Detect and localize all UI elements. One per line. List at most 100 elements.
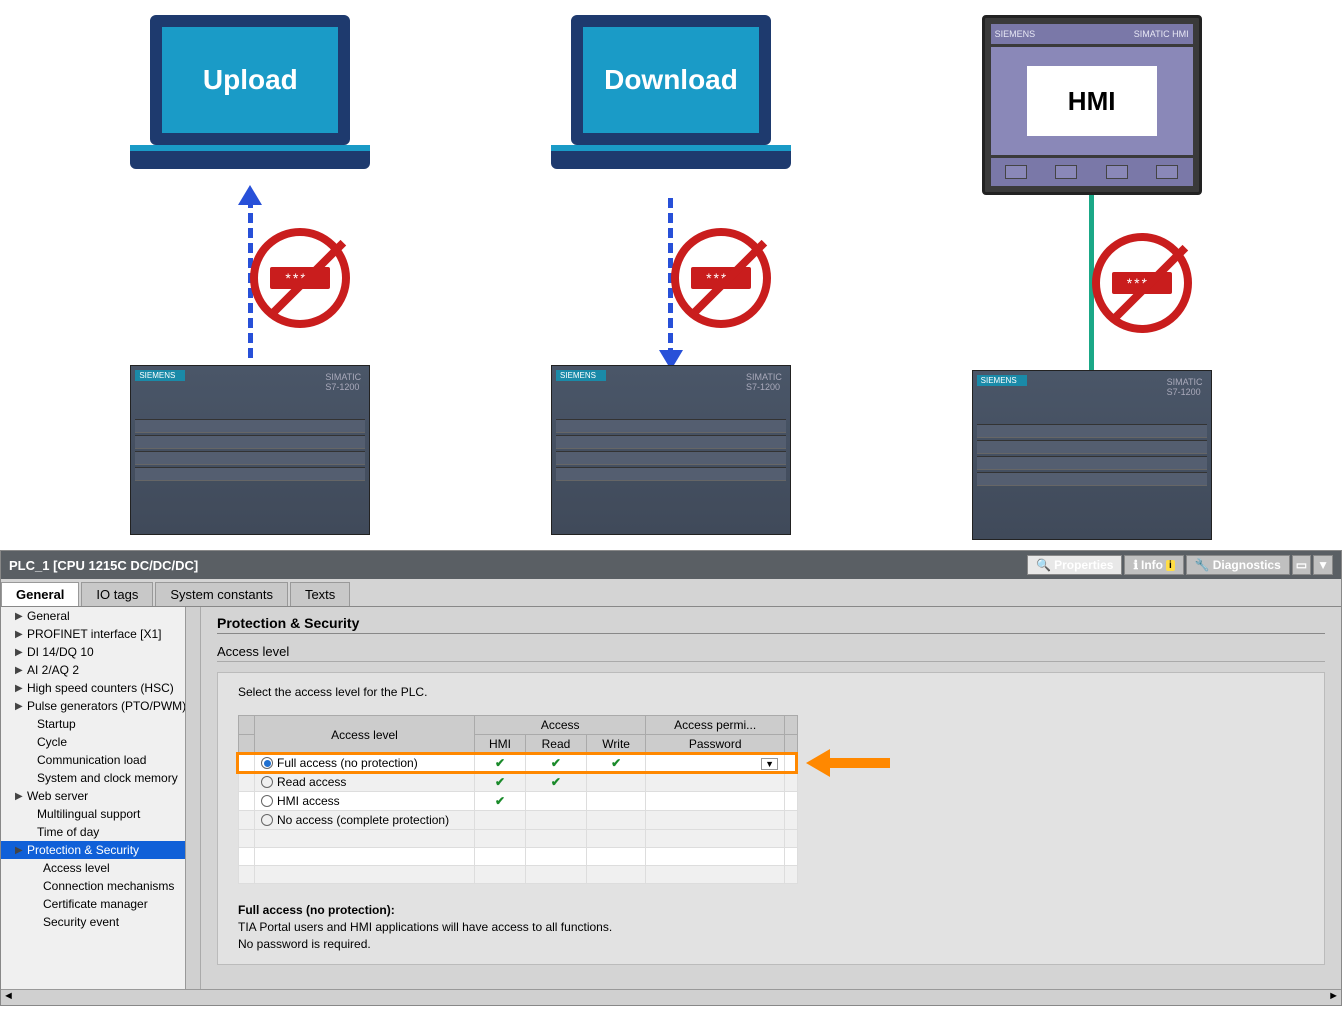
laptop-download: Download — [551, 15, 791, 190]
sidebar-item[interactable]: Multilingual support — [1, 805, 200, 823]
sidebar-item[interactable]: Time of day — [1, 823, 200, 841]
radio-button[interactable] — [261, 757, 273, 769]
search-icon: 🔍 — [1036, 558, 1051, 572]
sidebar-item-label: General — [27, 609, 70, 623]
plc-model-label: SIMATIC S7-1200 — [325, 372, 361, 392]
expand-icon: ▶ — [15, 611, 23, 622]
sidebar-item-label: Protection & Security — [27, 843, 139, 857]
laptop-upload: Upload — [130, 15, 370, 190]
check-icon: ✔ — [475, 754, 526, 773]
laptop-base — [130, 151, 370, 169]
radio-button[interactable] — [261, 776, 273, 788]
sidebar-item[interactable]: ▶ AI 2/AQ 2 — [1, 661, 200, 679]
password-mask: **** — [270, 267, 330, 289]
sidebar-item[interactable]: ▶Protection & Security — [1, 841, 200, 859]
sidebar-item[interactable]: Cycle — [1, 733, 200, 751]
th-permission: Access permi... — [646, 716, 785, 735]
footer-line2: No password is required. — [238, 937, 371, 951]
sidebar-item-label: Time of day — [37, 825, 99, 839]
window-top-tabs: 🔍 Properties ℹ Info i 🔧 Diagnostics ▭ ▼ — [1027, 555, 1333, 575]
th-write: Write — [586, 735, 645, 754]
sidebar-item[interactable]: Certificate manager — [1, 895, 200, 913]
plc-brand-label: SIEMENS — [556, 370, 606, 381]
tab-info[interactable]: ℹ Info i — [1124, 555, 1183, 575]
tab-io-tags[interactable]: IO tags — [81, 582, 153, 606]
info-icon: ℹ — [1133, 558, 1138, 572]
tab-properties[interactable]: 🔍 Properties — [1027, 555, 1122, 575]
sidebar-item[interactable]: Connection mechanisms — [1, 877, 200, 895]
no-password-badge: **** — [1092, 233, 1192, 333]
sidebar-item[interactable]: System and clock memory — [1, 769, 200, 787]
sidebar-item[interactable]: Access level — [1, 859, 200, 877]
sidebar-item-label: AI 2/AQ 2 — [27, 663, 79, 677]
connector-download: **** — [641, 190, 701, 365]
sidebar-nav[interactable]: ▶ General ▶ PROFINET interface [X1] ▶DI 14/D… — [1, 607, 201, 989]
access-level-label: HMI access — [277, 794, 340, 808]
access-table-row[interactable]: No access (complete protection) — [239, 811, 798, 830]
sidebar-item[interactable]: ▶Pulse generators (PTO/PWM) — [1, 697, 200, 715]
sidebar-item-label: Communication load — [37, 753, 146, 767]
access-table-row[interactable]: HMI access✔ — [239, 792, 798, 811]
expand-icon: ▶ — [15, 665, 23, 676]
radio-button[interactable] — [261, 814, 273, 826]
tab-texts[interactable]: Texts — [290, 582, 350, 606]
diagram-col-download: Download **** SIEMENS SIMATIC S7-1200 — [531, 15, 811, 540]
access-table-row[interactable]: Read access✔✔ — [239, 773, 798, 792]
expand-icon: ▶ — [15, 791, 23, 802]
prohibit-icon: **** — [1092, 233, 1192, 333]
sidebar-item[interactable]: Communication load — [1, 751, 200, 769]
th-access-level: Access level — [255, 716, 475, 754]
prohibit-icon: **** — [250, 228, 350, 328]
sidebar-item-label: Security event — [43, 915, 119, 929]
th-hmi: HMI — [475, 735, 526, 754]
sidebar-item[interactable]: ▶DI 14/DQ 10 — [1, 643, 200, 661]
sidebar-item-label: Web server — [27, 789, 88, 803]
expand-icon: ▶ — [15, 629, 23, 640]
section-heading: Protection & Security — [217, 615, 1325, 634]
window-collapse-button[interactable]: ▭ — [1292, 555, 1311, 575]
prohibit-icon: **** — [671, 228, 771, 328]
bottom-scrollbar[interactable]: ◄ ► — [1, 989, 1341, 1005]
laptop-base — [551, 151, 791, 169]
sidebar-item[interactable]: ▶High speed counters (HSC) — [1, 679, 200, 697]
plc-device: SIEMENS SIMATIC S7-1200 — [972, 370, 1212, 540]
sidebar-item-label: PROFINET interface [X1] — [27, 627, 162, 641]
access-table-row[interactable]: Full access (no protection)✔✔✔▼ — [239, 754, 798, 773]
diagram-col-upload: Upload **** SIEMENS SIMATIC S7-1200 — [110, 15, 390, 540]
tab-system-constants[interactable]: System constants — [155, 582, 288, 606]
expand-icon: ▶ — [15, 701, 23, 712]
sidebar-item[interactable]: ▶ Web server — [1, 787, 200, 805]
window-minimize-button[interactable]: ▼ — [1313, 555, 1333, 575]
plc-model-label: SIMATIC S7-1200 — [1167, 377, 1203, 397]
sidebar-item-label: Access level — [43, 861, 110, 875]
tab-general[interactable]: General — [1, 582, 79, 606]
check-icon: ✔ — [475, 773, 526, 792]
footer-title: Full access (no protection): — [238, 903, 395, 917]
main-panel: Protection & Security Access level Selec… — [201, 607, 1341, 989]
scroll-right-icon[interactable]: ► — [1328, 990, 1339, 1005]
no-password-badge: **** — [250, 228, 350, 328]
sidebar-item[interactable]: Startup — [1, 715, 200, 733]
sidebar-item[interactable]: ▶ General — [1, 607, 200, 625]
tab-diagnostics[interactable]: 🔧 Diagnostics — [1186, 555, 1290, 575]
hmi-buttons — [991, 158, 1193, 186]
pointer-arrow-icon — [806, 749, 890, 777]
no-password-badge: **** — [671, 228, 771, 328]
window-title-text: PLC_1 [CPU 1215C DC/DC/DC] — [9, 558, 198, 573]
laptop-screen-label: Upload — [150, 15, 350, 145]
plc-device: SIEMENS SIMATIC S7-1200 — [130, 365, 370, 535]
radio-button[interactable] — [261, 795, 273, 807]
dropdown-icon[interactable]: ▼ — [761, 758, 778, 770]
scroll-left-icon[interactable]: ◄ — [3, 990, 14, 1005]
main-tabs-row: General IO tags System constants Texts — [1, 579, 1341, 607]
sidebar-item-label: Multilingual support — [37, 807, 140, 821]
sidebar-scrollbar[interactable] — [185, 607, 200, 989]
sidebar-item[interactable]: ▶ PROFINET interface [X1] — [1, 625, 200, 643]
access-level-panel: Select the access level for the PLC. Acc… — [217, 672, 1325, 965]
hmi-screen: HMI — [991, 47, 1193, 155]
sidebar-item[interactable]: Security event — [1, 913, 200, 931]
hmi-device: SIEMENS SIMATIC HMI HMI — [982, 15, 1202, 195]
password-mask: **** — [691, 267, 751, 289]
access-level-table: Access level Access Access permi... HMI … — [238, 715, 798, 884]
sidebar-item-label: High speed counters (HSC) — [27, 681, 174, 695]
